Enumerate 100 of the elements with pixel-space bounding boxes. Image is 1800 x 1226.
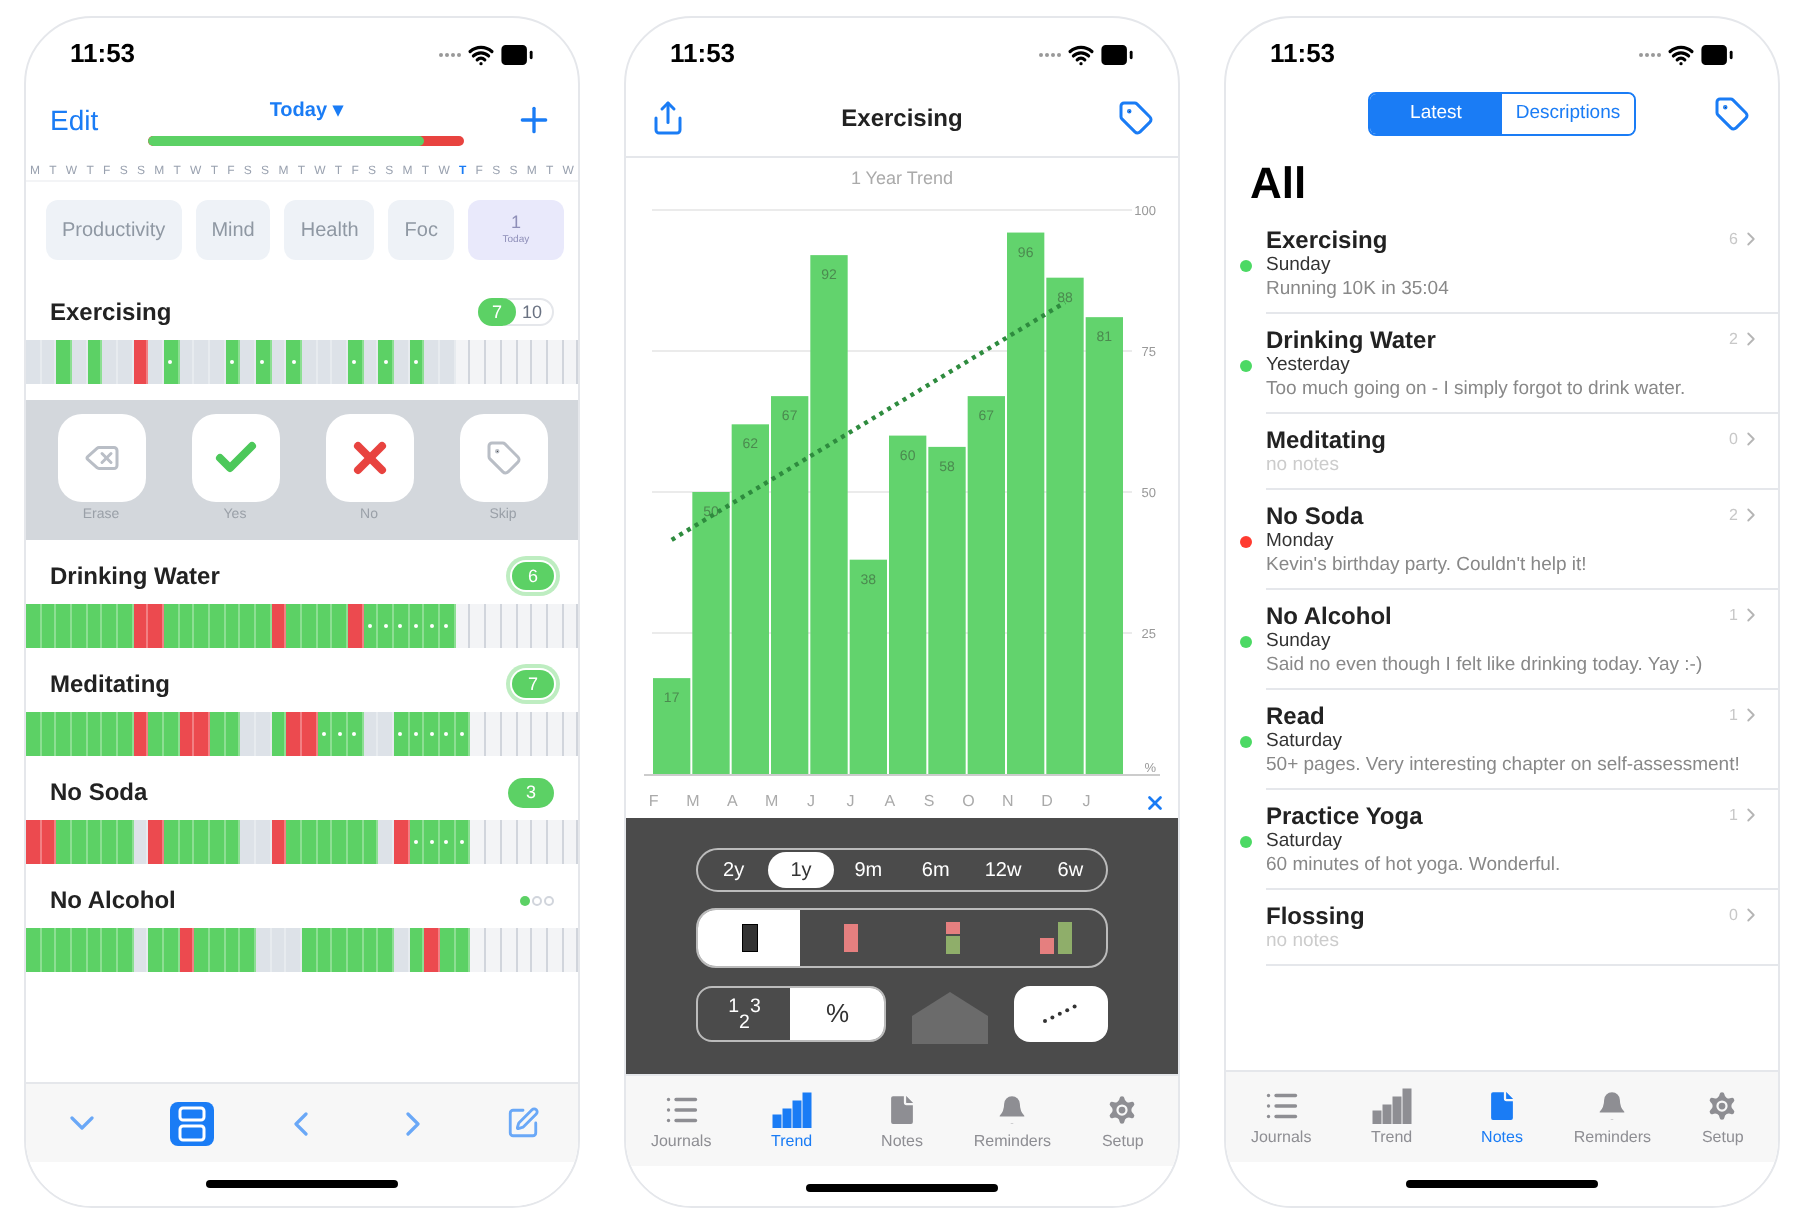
day-cell[interactable] <box>532 928 548 972</box>
tag-icon <box>1714 96 1750 132</box>
day-cell[interactable] <box>532 820 548 864</box>
close-icon <box>1144 791 1166 813</box>
day-cell[interactable] <box>486 928 502 972</box>
category-chip[interactable]: Foc <box>388 200 454 260</box>
x-axis-label: N <box>999 790 1016 814</box>
compose-icon <box>505 1106 540 1140</box>
journal-title[interactable]: No Soda <box>50 774 148 810</box>
x-axis-label: S <box>921 790 937 814</box>
category-chip[interactable]: Productivity <box>46 200 182 260</box>
list-icon <box>1263 1088 1300 1124</box>
action-button[interactable] <box>325 413 413 502</box>
day-cell[interactable] <box>470 340 487 384</box>
two-bars-icon <box>1039 922 1071 954</box>
bar-icon <box>844 924 858 952</box>
day-cell[interactable] <box>470 820 487 864</box>
toolbar-button[interactable] <box>169 1101 214 1145</box>
note-text: Too much going on - I simply forgot to drink water. <box>1266 378 1688 402</box>
action-button[interactable] <box>459 413 547 502</box>
signal-icon <box>438 51 462 57</box>
range-option[interactable]: 6m <box>902 852 970 888</box>
day-cell[interactable] <box>532 712 548 756</box>
note-day: Saturday <box>1266 730 1762 754</box>
tab-item[interactable]: Setup <box>1067 1076 1178 1166</box>
tab-item[interactable]: Notes <box>846 1076 958 1166</box>
note-title: Drinking Water <box>1266 323 1436 356</box>
x-axis-label: A <box>725 790 740 814</box>
journal-icon <box>177 1105 206 1141</box>
range-option[interactable]: 9m <box>834 852 903 888</box>
count-badge: 7 <box>477 298 516 326</box>
journal-title[interactable]: Drinking Water <box>50 558 220 594</box>
range-option[interactable]: 1y <box>767 852 835 888</box>
note-text: Said no even though I felt like drinking today. Yay :-) <box>1266 654 1705 678</box>
wifi-icon <box>468 41 494 67</box>
wifi-icon <box>1068 41 1094 67</box>
note-text: Kevin's birthday party. Couldn't help it! <box>1266 554 1589 578</box>
journal-title[interactable]: Exercising <box>50 294 172 330</box>
chevron-right-icon <box>405 1111 420 1135</box>
category-chip[interactable]: Health <box>284 200 375 260</box>
day-cell[interactable] <box>486 820 502 864</box>
trend-line-toggle[interactable] <box>1013 986 1108 1042</box>
note-text: 60 minutes of hot yoga. Wonderful. <box>1266 854 1563 878</box>
note-title: Meditating <box>1266 423 1386 457</box>
category-chip[interactable]: Mind <box>195 200 271 260</box>
day-cell[interactable] <box>470 712 487 756</box>
range-option[interactable]: 12w <box>969 852 1037 888</box>
tab-item[interactable]: Journals <box>626 1076 737 1166</box>
chevron-left-icon <box>294 1111 309 1135</box>
share-button[interactable] <box>650 99 686 135</box>
tag-icon <box>1117 99 1154 135</box>
day-cell[interactable] <box>470 928 487 972</box>
action-button[interactable] <box>191 413 279 502</box>
stacked-bar-icon <box>946 922 960 954</box>
tab-item[interactable]: Reminders <box>957 1076 1068 1166</box>
edit-button[interactable]: Edit <box>50 99 99 141</box>
tab-item[interactable]: Notes <box>1446 1072 1558 1162</box>
x-axis-label: A <box>882 790 898 814</box>
status-time: 11:53 <box>70 36 136 73</box>
x-axis-label: M <box>763 790 781 814</box>
range-option[interactable]: 2y <box>700 852 768 888</box>
dotted-line-icon <box>1042 1004 1079 1024</box>
note-title: No Alcohol <box>1266 599 1392 632</box>
value-format-option[interactable]: % <box>790 988 884 1040</box>
bar-chart-icon <box>771 1092 812 1128</box>
note-title: Exercising <box>1266 223 1388 256</box>
journal-title[interactable]: Meditating <box>50 666 170 702</box>
tab-item[interactable]: Journals <box>1226 1072 1337 1162</box>
list-icon <box>663 1092 700 1128</box>
tab-item[interactable]: Reminders <box>1557 1072 1668 1162</box>
tab-item[interactable]: Trend <box>1336 1072 1447 1162</box>
x-axis-label: F <box>646 790 661 814</box>
day-cell[interactable] <box>532 604 548 648</box>
list-heading: All <box>1250 155 1307 211</box>
day-cell[interactable] <box>470 604 487 648</box>
tag-button[interactable] <box>1714 96 1750 132</box>
range-option[interactable]: 6w <box>1036 852 1105 888</box>
share-icon <box>650 99 686 135</box>
journal-title[interactable]: No Alcohol <box>50 882 176 918</box>
wifi-icon <box>1668 41 1694 67</box>
tag-button[interactable] <box>1117 99 1154 135</box>
x-axis-label: J <box>1080 790 1093 814</box>
x-axis-label: O <box>960 790 977 814</box>
tab-item[interactable]: Trend <box>736 1076 847 1166</box>
day-cell[interactable] <box>486 712 502 756</box>
day-cell[interactable] <box>486 604 502 648</box>
action-button[interactable] <box>57 413 145 502</box>
settings-icon <box>1704 1088 1741 1124</box>
status-time: 11:53 <box>1270 36 1336 73</box>
date-dropdown[interactable]: Today ▾ <box>269 95 343 125</box>
chart-style-option[interactable] <box>698 910 800 966</box>
day-cell[interactable] <box>532 340 548 384</box>
x-axis-label: D <box>1039 790 1055 814</box>
count-badge: 3 <box>507 777 554 807</box>
close-button[interactable] <box>1144 791 1166 813</box>
segment-option[interactable]: Latest <box>1370 94 1502 134</box>
note-day: Saturday <box>1266 830 1762 854</box>
tag-icon <box>485 439 521 476</box>
day-cell[interactable] <box>486 340 502 384</box>
tab-item[interactable]: Setup <box>1667 1072 1778 1162</box>
